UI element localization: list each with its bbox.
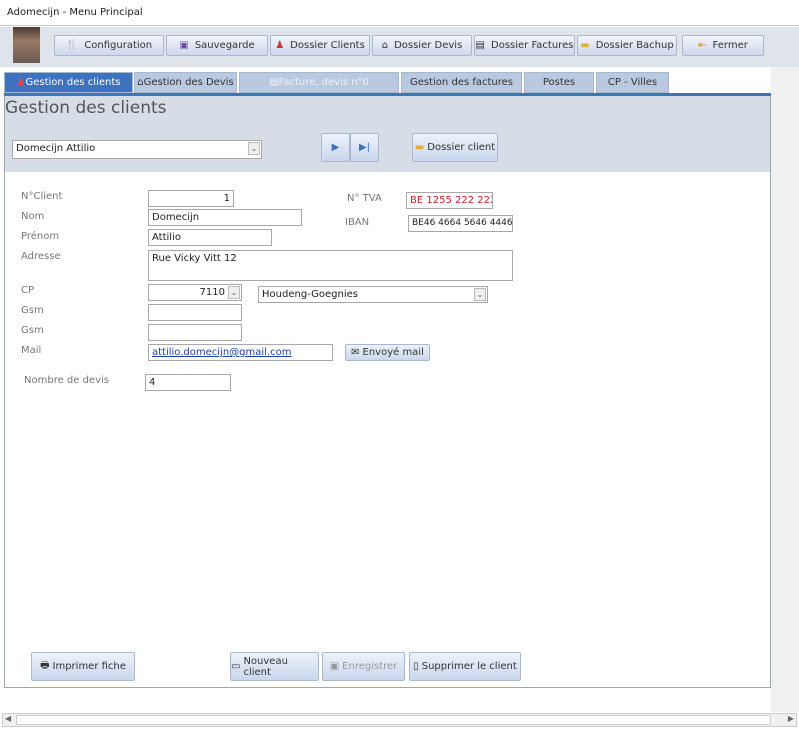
ville-combo[interactable]: Houdeng-Goegnies ⌄ <box>258 286 488 303</box>
configuration-button[interactable]: 🍴 Configuration <box>54 35 164 56</box>
window-title: Adomecijn - Menu Principal <box>7 7 143 18</box>
prenom-field[interactable]: Attilio <box>148 229 272 246</box>
mail-field[interactable]: attilio.domecijn@gmail.com <box>148 344 333 361</box>
button-label: Dossier Clients <box>290 40 365 51</box>
tab-gestion-devis[interactable]: ⌂ Gestion des Devis <box>134 72 237 93</box>
button-label: Configuration <box>84 40 153 51</box>
button-label: Supprimer le client <box>421 661 517 672</box>
button-label: Imprimer fiche <box>52 661 126 672</box>
nb-devis-label: Nombre de devis <box>24 375 109 386</box>
floppy-icon: ▣ <box>329 661 340 672</box>
document-icon: ▤ <box>475 40 485 51</box>
tab-label: Gestion des factures <box>410 77 513 88</box>
adresse-label: Adresse <box>21 251 61 262</box>
button-label: Nouveau client <box>243 655 288 678</box>
button-label: Dossier client <box>427 142 496 153</box>
chevron-down-icon[interactable]: ⌄ <box>248 142 260 155</box>
button-label: Enregistrer <box>342 661 398 672</box>
people-icon: ♟ <box>16 77 26 88</box>
tab-label: Postes <box>542 77 576 88</box>
iban-field[interactable]: BE46 4664 5646 4446 <box>408 215 513 232</box>
dossier-devis-button[interactable]: ⌂ Dossier Devis <box>372 35 472 56</box>
tab-label: Gestion des Devis <box>143 77 234 88</box>
button-label: Envoyé mail <box>362 347 424 358</box>
form-frame <box>4 96 771 688</box>
chevron-down-icon[interactable]: ⌄ <box>228 286 240 299</box>
trash-icon: ▯ <box>413 661 419 672</box>
house-icon: ⌂ <box>381 40 389 51</box>
client-select-value: Domecijn Attilio <box>16 143 96 154</box>
document-icon: ▤ <box>269 77 279 88</box>
cp-label: CP <box>21 285 35 296</box>
dossier-clients-button[interactable]: ♟ Dossier Clients <box>270 35 370 56</box>
folder-icon: ▬ <box>580 40 590 51</box>
dossier-bachup-button[interactable]: ▬ Dossier Bachup <box>577 35 677 56</box>
button-label: Fermer <box>712 40 748 51</box>
save-button[interactable]: ▣ Enregistrer <box>322 652 405 681</box>
avatar <box>13 27 40 63</box>
tab-facture-devis[interactable]: ▤ Facture, devis n°0 <box>239 72 399 93</box>
fork-knife-icon: 🍴 <box>65 40 79 51</box>
button-label: Dossier Bachup <box>595 40 674 51</box>
gsm2-field[interactable] <box>148 324 242 341</box>
button-label: Dossier Devis <box>394 40 463 51</box>
tva-label: N° TVA <box>347 193 382 204</box>
chevron-down-icon[interactable]: ⌄ <box>474 288 486 301</box>
horizontal-scrollbar[interactable]: ◀ ▶ <box>2 713 797 727</box>
scrollbar-thumb[interactable] <box>16 715 771 725</box>
right-margin <box>771 67 799 712</box>
nclient-field[interactable]: 1 <box>148 190 234 207</box>
send-mail-button[interactable]: ✉ Envoyé mail <box>345 344 430 361</box>
tab-bar: ♟ Gestion des clients ⌂ Gestion des Devis … <box>0 72 799 94</box>
nom-field[interactable]: Domecijn <box>148 209 302 226</box>
cp-value: 7110 <box>199 287 225 298</box>
people-icon: ♟ <box>275 40 285 51</box>
tva-field[interactable]: BE 1255 222 222 <box>406 192 493 209</box>
new-record-icon: ▭ <box>231 661 241 672</box>
mail-label: Mail <box>21 345 42 356</box>
tab-cp-villes[interactable]: CP - Villes <box>596 72 669 93</box>
cp-combo[interactable]: 7110 ⌄ <box>148 284 242 301</box>
floppy-icon: ▣ <box>179 40 189 51</box>
tab-gestion-factures[interactable]: Gestion des factures <box>401 72 522 93</box>
prenom-label: Prénom <box>21 231 60 242</box>
dossier-factures-button[interactable]: ▤ Dossier Factures <box>474 35 575 56</box>
nom-label: Nom <box>21 211 45 222</box>
next-record-button[interactable]: ▶ <box>321 133 350 162</box>
nclient-label: N°Client <box>21 191 63 202</box>
print-button[interactable]: 🖶 Imprimer fiche <box>31 652 135 681</box>
play-icon: ▶ <box>331 142 340 153</box>
envelope-icon: ✉ <box>351 347 360 358</box>
gsm1-field[interactable] <box>148 304 242 321</box>
new-client-button[interactable]: ▭ Nouveau client <box>230 652 319 681</box>
iban-label: IBAN <box>345 217 370 228</box>
nb-devis-field[interactable]: 4 <box>145 374 231 391</box>
folder-icon: ▬ <box>414 142 425 153</box>
tab-label: Gestion des clients <box>25 77 121 88</box>
button-label: Sauvegarde <box>194 40 255 51</box>
last-record-button[interactable]: ▶| <box>350 133 379 162</box>
printer-icon: 🖶 <box>40 660 50 671</box>
dossier-client-button[interactable]: ▬ Dossier client <box>412 133 498 162</box>
page-title: Gestion des clients <box>5 98 167 118</box>
fermer-button[interactable]: ⇤ Fermer <box>682 35 764 56</box>
scroll-right-icon[interactable]: ▶ <box>788 714 794 723</box>
adresse-field[interactable]: Rue Vicky Vitt 12 <box>148 250 513 281</box>
skip-end-icon: ▶| <box>358 142 371 153</box>
tab-label: CP - Villes <box>607 77 658 88</box>
exit-icon: ⇤ <box>698 40 707 51</box>
scroll-left-icon[interactable]: ◀ <box>5 714 11 723</box>
tab-gestion-clients[interactable]: ♟ Gestion des clients <box>4 72 133 93</box>
client-select[interactable]: Domecijn Attilio ⌄ <box>12 140 262 159</box>
tab-label: Facture, devis n°0 <box>278 77 369 88</box>
delete-client-button[interactable]: ▯ Supprimer le client <box>409 652 521 681</box>
tab-postes[interactable]: Postes <box>524 72 594 93</box>
gsm1-label: Gsm <box>21 305 44 316</box>
sauvegarde-button[interactable]: ▣ Sauvegarde <box>166 35 268 56</box>
button-label: Dossier Factures <box>491 40 574 51</box>
ville-value: Houdeng-Goegnies <box>262 289 358 300</box>
title-bar: Adomecijn - Menu Principal <box>0 0 799 26</box>
gsm2-label: Gsm <box>21 325 44 336</box>
